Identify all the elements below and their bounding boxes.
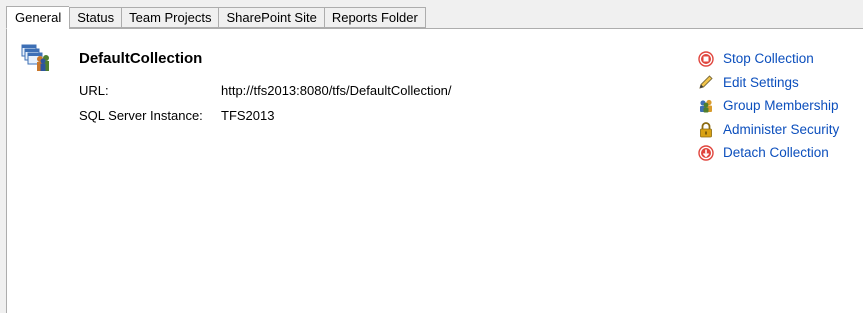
collection-name: DefaultCollection [79,50,203,67]
team-collection-icon [21,44,51,72]
pencil-icon [697,73,715,91]
url-value: http://tfs2013:8080/tfs/DefaultCollectio… [221,83,452,98]
tab-reports-folder[interactable]: Reports Folder [323,7,426,28]
group-membership-link[interactable]: Group Membership [697,94,839,118]
lock-icon [697,120,715,138]
group-icon [697,97,715,115]
administer-security-link[interactable]: Administer Security [697,118,839,142]
edit-settings-link[interactable]: Edit Settings [697,71,839,95]
stop-collection-label: Stop Collection [723,51,814,67]
edit-settings-label: Edit Settings [723,74,799,90]
stop-collection-link[interactable]: Stop Collection [697,47,839,71]
actions-panel: Stop Collection Edit Settings Group Memb… [697,47,839,165]
detach-collection-label: Detach Collection [723,145,829,161]
general-panel: DefaultCollection URL: http://tfs2013:80… [6,28,863,313]
stop-icon [697,50,715,68]
sql-instance-label: SQL Server Instance: [79,108,203,123]
detach-icon [697,144,715,162]
group-membership-label: Group Membership [723,98,839,114]
tab-status[interactable]: Status [69,7,122,28]
tab-team-projects[interactable]: Team Projects [121,7,219,28]
tab-strip: General Status Team Projects SharePoint … [6,6,426,29]
tab-sharepoint-site[interactable]: SharePoint Site [218,7,324,28]
administer-security-label: Administer Security [723,121,840,137]
tab-general[interactable]: General [6,6,70,29]
url-label: URL: [79,83,109,98]
detach-collection-link[interactable]: Detach Collection [697,141,839,165]
sql-instance-value: TFS2013 [221,108,275,123]
